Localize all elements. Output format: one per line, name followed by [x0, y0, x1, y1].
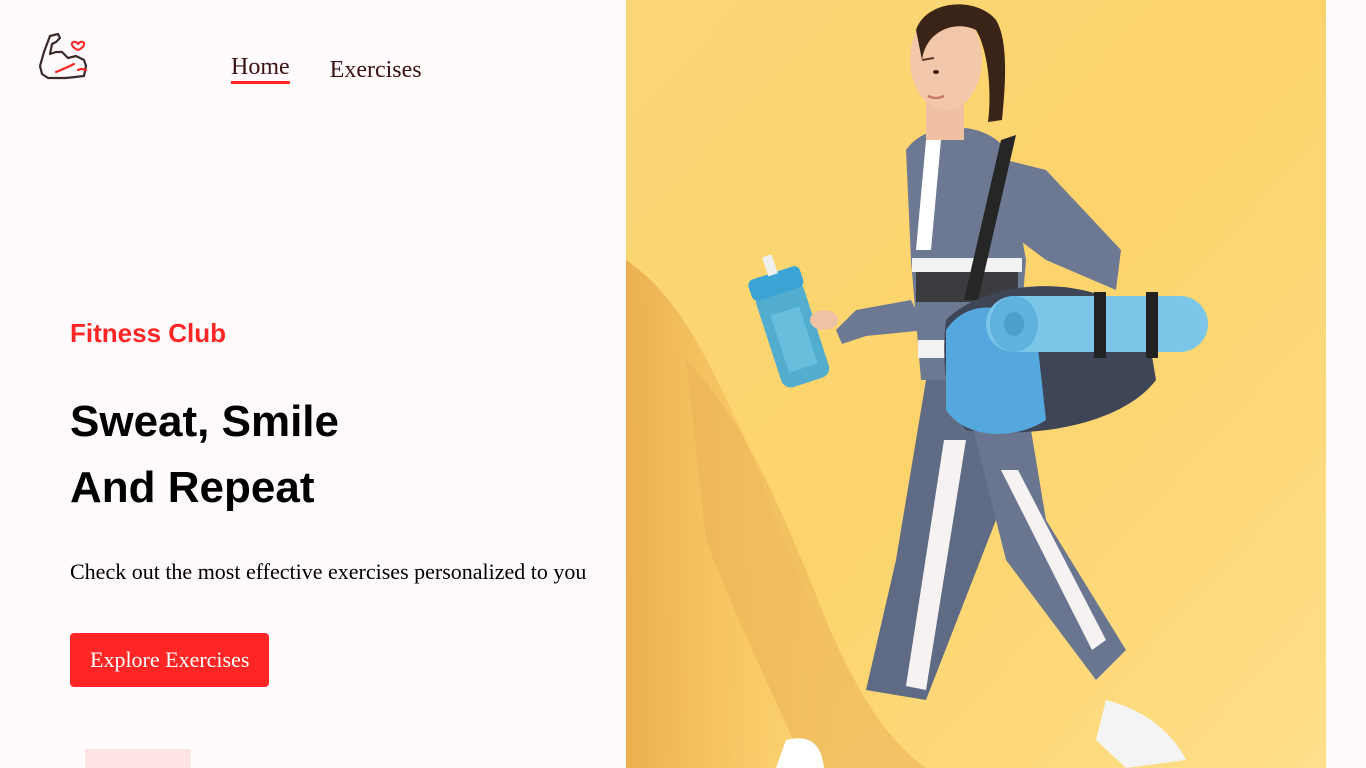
nav-exercises-link[interactable]: Exercises [330, 57, 422, 84]
hero-brand: Fitness Club [70, 318, 227, 348]
main-nav: Home Exercises [231, 54, 422, 84]
logo-flexed-arm-heart-icon[interactable] [38, 30, 90, 82]
hero-tagline: Check out the most effective exercises p… [70, 559, 587, 584]
hero-headline: Sweat, Smile And Repeat [70, 389, 630, 521]
hero-section: Fitness Club Sweat, Smile And Repeat Che… [70, 318, 630, 687]
headline-line-1: Sweat, Smile [70, 397, 340, 446]
hero-banner-image [626, 0, 1326, 768]
nav-home-link[interactable]: Home [231, 54, 290, 84]
explore-exercises-button[interactable]: Explore Exercises [70, 633, 270, 687]
headline-line-2: And Repeat [70, 463, 315, 512]
decorative-pink-block [85, 749, 191, 768]
